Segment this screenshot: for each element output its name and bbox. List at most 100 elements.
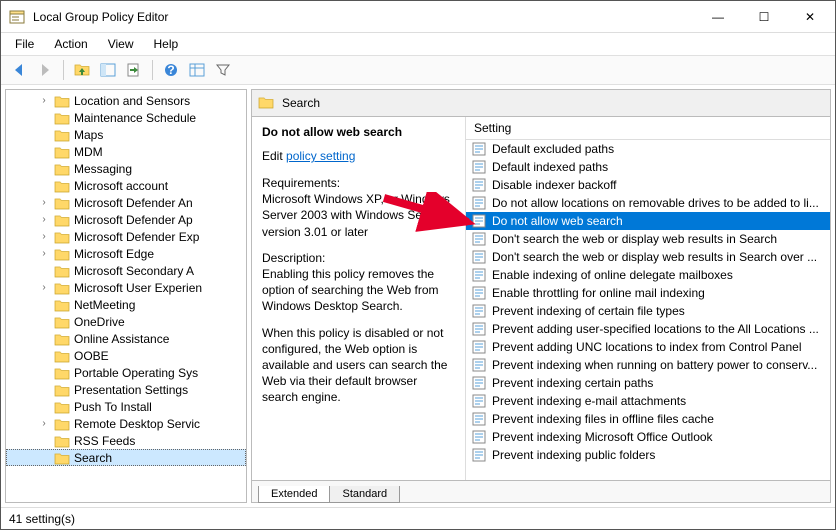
setting-row[interactable]: Prevent indexing Microsoft Office Outloo… <box>466 428 830 446</box>
folder-icon <box>54 94 70 108</box>
setting-row[interactable]: Prevent adding user-specified locations … <box>466 320 830 338</box>
properties-button[interactable] <box>185 58 209 82</box>
app-window: Local Group Policy Editor — ☐ ✕ File Act… <box>0 0 836 530</box>
tree-item[interactable]: ›Microsoft Edge <box>6 245 246 262</box>
column-header-setting[interactable]: Setting <box>466 117 830 140</box>
requirements-text: Microsoft Windows XP, or Windows Server … <box>262 191 455 240</box>
tab-extended[interactable]: Extended <box>258 486 330 503</box>
setting-row[interactable]: Prevent indexing certain paths <box>466 374 830 392</box>
forward-button[interactable] <box>33 58 57 82</box>
setting-label: Disable indexer backoff <box>492 178 617 192</box>
folder-icon <box>54 145 70 159</box>
setting-row[interactable]: Enable throttling for online mail indexi… <box>466 284 830 302</box>
requirements-label: Requirements: <box>262 175 455 191</box>
tab-standard[interactable]: Standard <box>329 486 400 503</box>
policy-icon <box>472 250 486 264</box>
setting-row[interactable]: Prevent indexing when running on battery… <box>466 356 830 374</box>
setting-row[interactable]: Prevent indexing e-mail attachments <box>466 392 830 410</box>
settings-list[interactable]: Setting Default excluded pathsDefault in… <box>466 117 830 480</box>
folder-icon <box>54 400 70 414</box>
setting-row[interactable]: Prevent adding UNC locations to index fr… <box>466 338 830 356</box>
filter-button[interactable] <box>211 58 235 82</box>
tree-item[interactable]: ›Microsoft Defender Exp <box>6 228 246 245</box>
show-hide-tree-button[interactable] <box>96 58 120 82</box>
tree-item[interactable]: Push To Install <box>6 398 246 415</box>
tree-item[interactable]: ›Microsoft Defender Ap <box>6 211 246 228</box>
folder-icon <box>54 264 70 278</box>
tree-item[interactable]: ›Location and Sensors <box>6 92 246 109</box>
folder-icon <box>54 349 70 363</box>
setting-label: Don't search the web or display web resu… <box>492 250 817 264</box>
setting-label: Do not allow locations on removable driv… <box>492 196 819 210</box>
setting-row[interactable]: Prevent indexing public folders <box>466 446 830 464</box>
tree-item-label: Portable Operating Sys <box>74 366 198 380</box>
tree-item[interactable]: NetMeeting <box>6 296 246 313</box>
edit-policy-row: Edit policy setting <box>262 149 455 163</box>
setting-row[interactable]: Do not allow web search <box>466 212 830 230</box>
breadcrumb-label: Search <box>282 96 320 110</box>
back-button[interactable] <box>7 58 31 82</box>
folder-icon <box>54 128 70 142</box>
tree-item[interactable]: RSS Feeds <box>6 432 246 449</box>
menu-action[interactable]: Action <box>44 35 97 53</box>
setting-row[interactable]: Do not allow locations on removable driv… <box>466 194 830 212</box>
setting-row[interactable]: Enable indexing of online delegate mailb… <box>466 266 830 284</box>
tree-item[interactable]: Search <box>6 449 246 466</box>
tree-item[interactable]: Microsoft account <box>6 177 246 194</box>
tree-item[interactable]: Online Assistance <box>6 330 246 347</box>
export-button[interactable] <box>122 58 146 82</box>
tree-item[interactable]: › Remote Desktop Servic <box>6 415 246 432</box>
folder-icon <box>54 281 70 295</box>
setting-row[interactable]: Default excluded paths <box>466 140 830 158</box>
tree-item[interactable]: Presentation Settings <box>6 381 246 398</box>
setting-row[interactable]: Disable indexer backoff <box>466 176 830 194</box>
tree-item-label: Remote Desktop Servic <box>74 417 200 431</box>
setting-row[interactable]: Prevent indexing files in offline files … <box>466 410 830 428</box>
tree-item[interactable]: Maps <box>6 126 246 143</box>
tree-item[interactable]: Messaging <box>6 160 246 177</box>
setting-label: Prevent indexing public folders <box>492 448 655 462</box>
tree-item-label: Presentation Settings <box>74 383 188 397</box>
tree-item-label: Maintenance Schedule <box>74 111 196 125</box>
tree-pane[interactable]: ›Location and Sensors Maintenance Schedul… <box>5 89 247 503</box>
toolbar-separator <box>63 60 64 80</box>
tree-item[interactable]: OOBE <box>6 347 246 364</box>
setting-row[interactable]: Prevent indexing of certain file types <box>466 302 830 320</box>
tree-item[interactable]: Portable Operating Sys <box>6 364 246 381</box>
expand-icon[interactable]: › <box>38 418 50 429</box>
setting-row[interactable]: Don't search the web or display web resu… <box>466 230 830 248</box>
expand-icon[interactable]: › <box>38 95 50 106</box>
menu-file[interactable]: File <box>5 35 44 53</box>
close-button[interactable]: ✕ <box>787 2 833 32</box>
description-label: Description: <box>262 250 455 266</box>
help-button[interactable]: ? <box>159 58 183 82</box>
minimize-button[interactable]: — <box>695 2 741 32</box>
tree-item[interactable]: › Microsoft Defender An <box>6 194 246 211</box>
tree-item[interactable]: ›Microsoft User Experien <box>6 279 246 296</box>
expand-icon[interactable]: › <box>38 231 50 242</box>
policy-icon <box>472 340 486 354</box>
tree-item-label: Microsoft Defender An <box>74 196 193 210</box>
tree-item[interactable]: Microsoft Secondary A <box>6 262 246 279</box>
maximize-button[interactable]: ☐ <box>741 2 787 32</box>
tree-item-label: Messaging <box>74 162 132 176</box>
expand-icon[interactable]: › <box>38 214 50 225</box>
tree-item-label: Search <box>74 451 112 465</box>
setting-row[interactable]: Default indexed paths <box>466 158 830 176</box>
menu-view[interactable]: View <box>98 35 144 53</box>
edit-policy-link[interactable]: policy setting <box>286 149 355 163</box>
folder-icon <box>54 366 70 380</box>
tree-item[interactable]: MDM <box>6 143 246 160</box>
policy-icon <box>472 214 486 228</box>
expand-icon[interactable]: › <box>38 197 50 208</box>
tree-item-label: OOBE <box>74 349 109 363</box>
expand-icon[interactable]: › <box>38 282 50 293</box>
tree-item[interactable]: OneDrive <box>6 313 246 330</box>
expand-icon[interactable]: › <box>38 248 50 259</box>
tree-item[interactable]: Maintenance Schedule <box>6 109 246 126</box>
folder-icon <box>54 434 70 448</box>
setting-row[interactable]: Don't search the web or display web resu… <box>466 248 830 266</box>
up-folder-button[interactable] <box>70 58 94 82</box>
menu-help[interactable]: Help <box>144 35 189 53</box>
setting-label: Enable indexing of online delegate mailb… <box>492 268 733 282</box>
